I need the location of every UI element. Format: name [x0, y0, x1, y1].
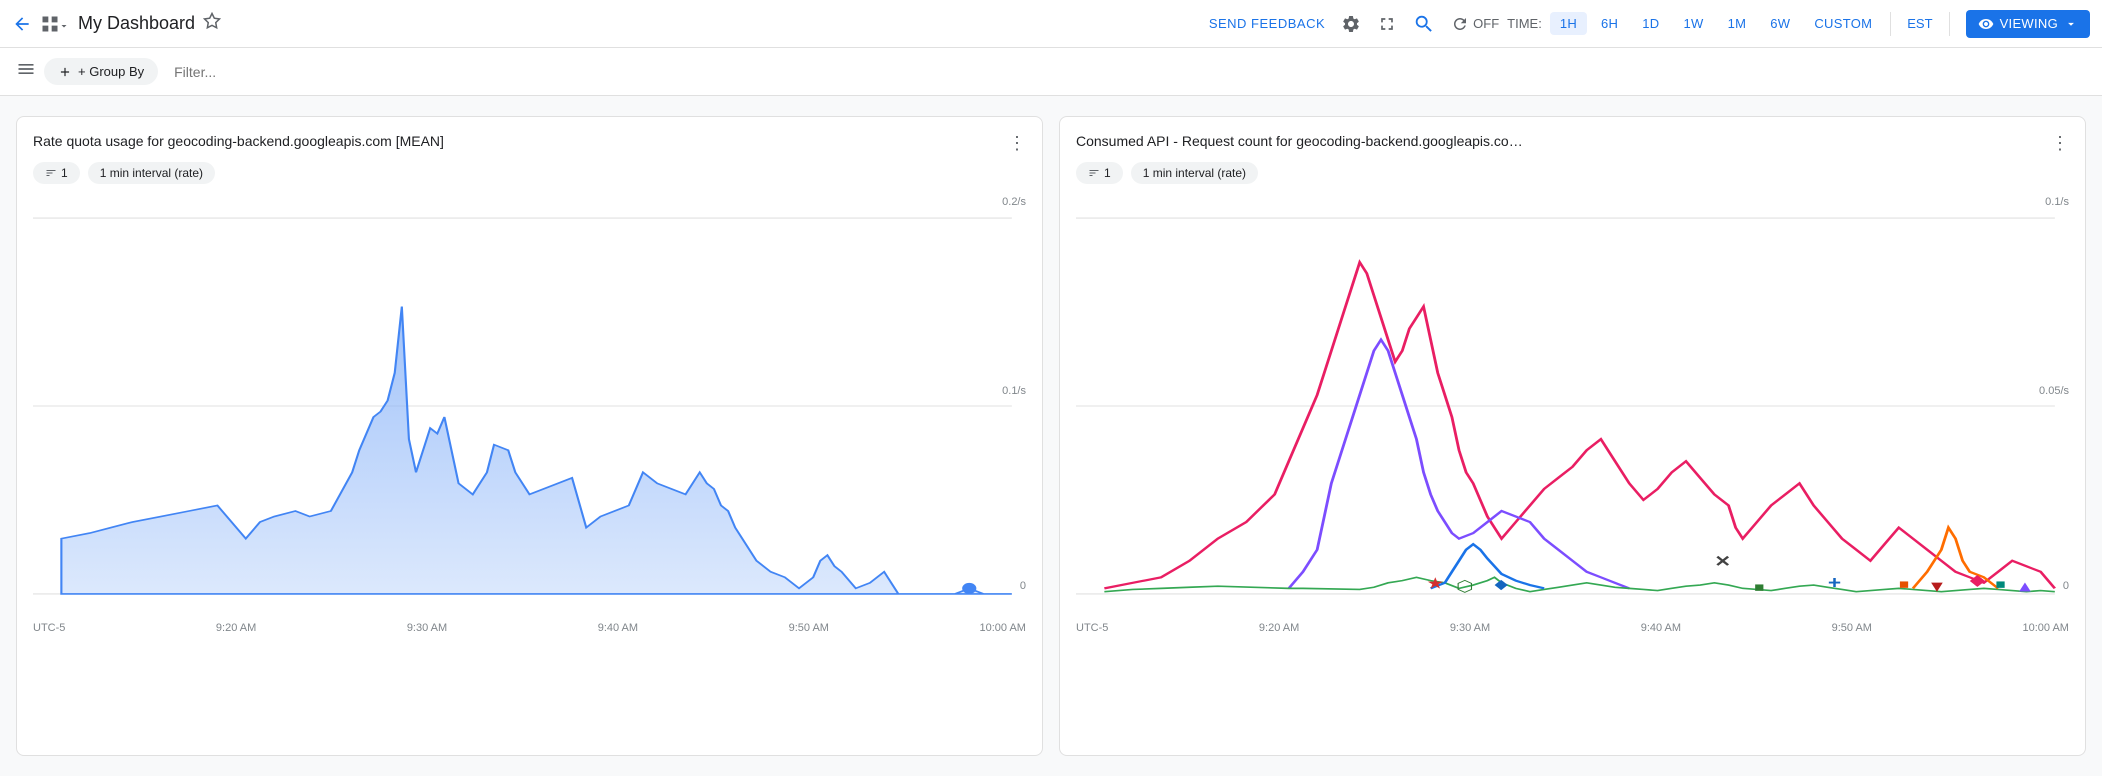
- chart-1-x2: 9:30 AM: [407, 622, 447, 634]
- chart-2-more-button[interactable]: ⋮: [2051, 133, 2069, 154]
- chart-2-title: Consumed API - Request count for geocodi…: [1076, 133, 1523, 149]
- viewing-label: VIEWING: [2000, 16, 2058, 31]
- chart-2-x3: 9:40 AM: [1641, 622, 1681, 634]
- svg-text:▼: ▼: [1927, 578, 1947, 595]
- header-right: TIME: 1H 6H 1D 1W 1M 6W CUSTOM EST VIEWI…: [1507, 10, 2090, 38]
- timezone-button[interactable]: EST: [1899, 12, 1940, 35]
- filter-input[interactable]: [166, 60, 2086, 84]
- chart-1-filter-tag[interactable]: 1: [33, 162, 80, 184]
- send-feedback-link[interactable]: SEND FEEDBACK: [1209, 16, 1325, 31]
- header: My Dashboard SEND FEEDBACK OFF TIME: 1H …: [0, 0, 2102, 48]
- star-icon[interactable]: [203, 12, 221, 35]
- svg-text:+: +: [1828, 574, 1841, 593]
- svg-text:■: ■: [1899, 577, 1909, 592]
- chart-2-x0: UTC-5: [1076, 622, 1108, 634]
- group-by-label: + Group By: [78, 64, 144, 79]
- chart-1-y-bot: 0: [1020, 580, 1026, 592]
- chart-1-title: Rate quota usage for geocoding-backend.g…: [33, 133, 444, 149]
- chart-1-x0: UTC-5: [33, 622, 65, 634]
- header-left: My Dashboard: [12, 12, 1201, 35]
- svg-text:★: ★: [1426, 574, 1444, 591]
- svg-text:✕: ✕: [1714, 552, 1731, 569]
- chart-2-interval-tag[interactable]: 1 min interval (rate): [1131, 162, 1258, 184]
- menu-icon[interactable]: [16, 59, 36, 84]
- refresh-toggle[interactable]: OFF: [1451, 15, 1499, 33]
- group-by-button[interactable]: + Group By: [44, 58, 158, 85]
- time-btn-6h[interactable]: 6H: [1591, 12, 1628, 35]
- chart-2-y-bot: 0: [2063, 580, 2069, 592]
- chart-card-1: Rate quota usage for geocoding-backend.g…: [16, 116, 1043, 756]
- chart-1-x4: 9:50 AM: [789, 622, 829, 634]
- chart-2-tag2-label: 1 min interval (rate): [1143, 166, 1246, 180]
- svg-text:⬡: ⬡: [1456, 578, 1473, 595]
- chart-1-x5: 10:00 AM: [979, 622, 1025, 634]
- chart-2-x1: 9:20 AM: [1259, 622, 1299, 634]
- chart-2-x5: 10:00 AM: [2022, 622, 2068, 634]
- chart-2-area: 0.1/s 0.05/s 0 ★: [1076, 196, 2069, 616]
- fullscreen-icon[interactable]: [1377, 14, 1397, 34]
- chart-1-y-top: 0.2/s: [1002, 196, 1026, 208]
- chart-1-more-button[interactable]: ⋮: [1008, 133, 1026, 154]
- svg-text:◆: ◆: [1494, 577, 1507, 592]
- settings-icon[interactable]: [1341, 14, 1361, 34]
- svg-text:◆: ◆: [1970, 571, 1986, 588]
- viewing-button[interactable]: VIEWING: [1966, 10, 2090, 38]
- chart-2-y-mid: 0.05/s: [2039, 385, 2069, 397]
- chart-1-tag2-label: 1 min interval (rate): [100, 166, 203, 180]
- chart-2-filter-tag[interactable]: 1: [1076, 162, 1123, 184]
- divider2: [1949, 12, 1950, 36]
- chart-1-svg: [33, 196, 1026, 616]
- chart-2-x4: 9:50 AM: [1832, 622, 1872, 634]
- chart-1-x1: 9:20 AM: [216, 622, 256, 634]
- chart-1-tags: 1 1 min interval (rate): [33, 162, 1026, 184]
- header-center: SEND FEEDBACK OFF: [1209, 13, 1499, 35]
- dashboard-title: My Dashboard: [78, 13, 195, 34]
- chart-2-svg: ★ ⬡ ◆ ✕ ■ + ■ ▼ ◆ ■ ▲: [1076, 196, 2069, 616]
- time-btn-1h[interactable]: 1H: [1550, 12, 1587, 35]
- chart-2-x-axis: UTC-5 9:20 AM 9:30 AM 9:40 AM 9:50 AM 10…: [1076, 618, 2069, 634]
- time-btn-6w[interactable]: 6W: [1760, 12, 1800, 35]
- time-label: TIME:: [1507, 16, 1542, 31]
- chart-2-header: Consumed API - Request count for geocodi…: [1076, 133, 2069, 154]
- back-button[interactable]: [12, 14, 32, 34]
- time-btn-custom[interactable]: CUSTOM: [1804, 12, 1882, 35]
- svg-text:■: ■: [1995, 577, 2005, 592]
- chart-2-y-top: 0.1/s: [2045, 196, 2069, 208]
- chart-1-x-axis: UTC-5 9:20 AM 9:30 AM 9:40 AM 9:50 AM 10…: [33, 618, 1026, 634]
- chart-2-x2: 9:30 AM: [1450, 622, 1490, 634]
- time-btn-1d[interactable]: 1D: [1632, 12, 1669, 35]
- chart-1-tag1-label: 1: [61, 166, 68, 180]
- chart-2-tag1-label: 1: [1104, 166, 1111, 180]
- chart-1-area: 0.2/s 0.1/s 0: [33, 196, 1026, 616]
- svg-text:▲: ▲: [2015, 578, 2035, 595]
- chart-1-x3: 9:40 AM: [598, 622, 638, 634]
- main-content: Rate quota usage for geocoding-backend.g…: [0, 96, 2102, 776]
- search-icon[interactable]: [1413, 13, 1435, 35]
- time-btn-1m[interactable]: 1M: [1718, 12, 1757, 35]
- grid-icon[interactable]: [40, 14, 70, 34]
- chart-2-tags: 1 1 min interval (rate): [1076, 162, 2069, 184]
- toolbar: + Group By: [0, 48, 2102, 96]
- chart-1-header: Rate quota usage for geocoding-backend.g…: [33, 133, 1026, 154]
- chart-card-2: Consumed API - Request count for geocodi…: [1059, 116, 2086, 756]
- chart-1-y-mid: 0.1/s: [1002, 385, 1026, 397]
- time-btn-1w[interactable]: 1W: [1673, 12, 1713, 35]
- refresh-label: OFF: [1473, 16, 1499, 31]
- svg-text:■: ■: [1754, 580, 1764, 595]
- divider: [1890, 12, 1891, 36]
- chart-1-interval-tag[interactable]: 1 min interval (rate): [88, 162, 215, 184]
